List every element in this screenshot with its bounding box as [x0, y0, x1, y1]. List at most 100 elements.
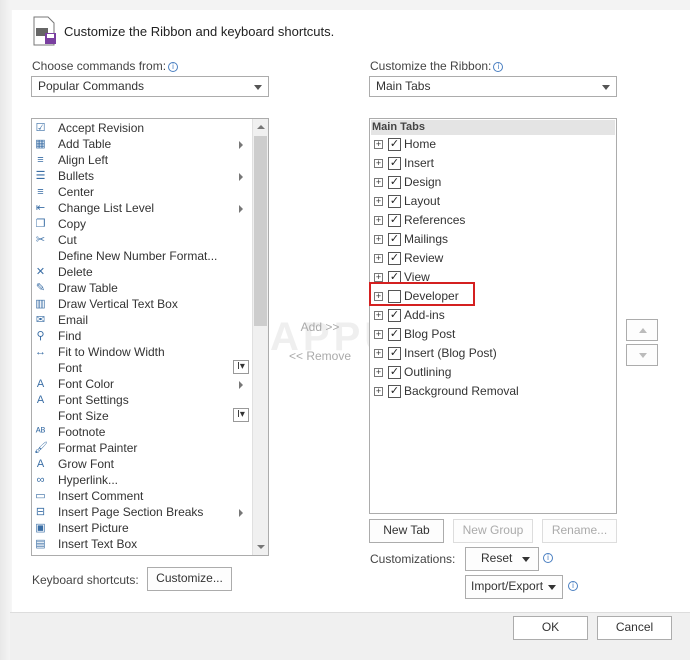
draw-table-icon: ✎ [35, 282, 46, 294]
cancel-button[interactable]: Cancel [597, 616, 672, 640]
tab-checkbox[interactable]: ✓ [388, 138, 401, 151]
tab-label: Mailings [404, 232, 449, 246]
page-break-icon: ⊟ [35, 506, 46, 518]
tab-label: Add-ins [404, 308, 445, 322]
chevron-down-icon [548, 585, 556, 590]
ribbon-tabs-tree[interactable]: Main Tabs + ✓ Home + ✓ Insert + ✓ Design + ✓ Layout… [369, 118, 617, 514]
dropdown-value: Main Tabs [376, 79, 431, 93]
expand-icon[interactable]: + [374, 330, 383, 339]
command-label: Change List Level [58, 201, 155, 215]
tab-checkbox[interactable]: ✓ [388, 347, 401, 360]
expand-icon[interactable]: + [374, 387, 383, 396]
tab-label: References [404, 213, 466, 227]
dialog-footer [10, 612, 690, 660]
expand-icon[interactable]: + [374, 216, 383, 225]
command-label: Align Left [58, 153, 109, 167]
rename-button[interactable]: Rename... [542, 519, 617, 543]
scissors-icon: ✂ [35, 234, 46, 246]
tab-checkbox[interactable]: ✓ [388, 157, 401, 170]
tab-checkbox[interactable]: ✓ [388, 176, 401, 189]
blank-icon [34, 362, 47, 374]
commands-scrollbar[interactable] [252, 119, 268, 555]
info-icon[interactable]: i [543, 553, 553, 563]
scroll-thumb[interactable] [254, 136, 267, 326]
move-down-button[interactable] [626, 344, 658, 366]
info-icon[interactable]: i [168, 62, 179, 72]
command-label: Insert Text Box [58, 537, 138, 551]
customizations-label: Customizations: [370, 552, 456, 566]
scroll-down-icon[interactable] [257, 545, 265, 549]
expand-icon[interactable]: + [374, 197, 383, 206]
expand-icon[interactable]: + [374, 140, 383, 149]
command-label: Find [58, 329, 82, 343]
info-icon[interactable]: i [493, 62, 504, 72]
choose-commands-text: Choose commands from: [32, 59, 167, 73]
dialog-top-edge [10, 0, 690, 10]
command-label: Footnote [58, 425, 106, 439]
command-label: Define New Number Format... [58, 249, 218, 263]
reset-button[interactable]: Reset [465, 547, 539, 571]
ok-button[interactable]: OK [513, 616, 588, 640]
expand-icon[interactable]: + [374, 273, 383, 282]
tab-label: Outlining [404, 365, 452, 379]
submenu-arrow-icon [239, 509, 243, 517]
dialog-shadow [0, 0, 12, 660]
customize-ribbon-label: Customize the Ribbon: i [370, 59, 504, 73]
choose-commands-dropdown[interactable]: Popular Commands [31, 76, 269, 97]
customize-ribbon-dropdown[interactable]: Main Tabs [369, 76, 617, 97]
tab-checkbox[interactable]: ✓ [388, 328, 401, 341]
command-label: Grow Font [58, 457, 115, 471]
dialog-title: Customize the Ribbon and keyboard shortc… [64, 24, 335, 39]
expand-icon[interactable]: + [374, 254, 383, 263]
textbox-icon: ▤ [35, 538, 46, 550]
expand-icon[interactable]: + [374, 349, 383, 358]
command-label: Insert Comment [58, 489, 144, 503]
tab-checkbox[interactable]: ✓ [388, 195, 401, 208]
tab-checkbox[interactable]: ✓ [388, 366, 401, 379]
new-tab-button[interactable]: New Tab [369, 519, 444, 543]
import-export-label: Import/Export [471, 579, 544, 593]
tab-checkbox[interactable]: ✓ [388, 385, 401, 398]
center-icon: ≡ [37, 186, 44, 198]
command-label: Fit to Window Width [58, 345, 165, 359]
font-settings-icon: A [36, 394, 45, 406]
add-button[interactable]: Add >> [279, 316, 361, 338]
choose-commands-label: Choose commands from: i [32, 59, 179, 73]
tab-checkbox[interactable]: ✓ [388, 214, 401, 227]
find-icon: ⚲ [36, 330, 45, 342]
command-label: Center [58, 185, 95, 199]
info-icon[interactable]: i [568, 581, 578, 591]
list-level-icon: ⇤ [35, 202, 46, 214]
bullets-icon: ☰ [35, 170, 46, 182]
tab-checkbox[interactable]: ✓ [388, 233, 401, 246]
new-group-button[interactable]: New Group [453, 519, 533, 543]
tree-header: Main Tabs [371, 120, 615, 135]
import-export-button[interactable]: Import/Export [465, 575, 563, 599]
email-icon: ✉ [35, 314, 46, 326]
scroll-up-icon[interactable] [257, 125, 265, 129]
customize-ribbon-text: Customize the Ribbon: [370, 59, 492, 73]
customize-button[interactable]: Customize... [147, 567, 232, 591]
commands-list[interactable]: I▾ I▾ ☑ Accept Revision ▦ Add Table ≡ Align L… [31, 118, 269, 556]
expand-icon[interactable]: + [374, 159, 383, 168]
command-label: Copy [58, 217, 87, 231]
dropdown-value: Popular Commands [38, 79, 145, 93]
align-left-icon: ≡ [37, 154, 44, 166]
expand-icon[interactable]: + [374, 368, 383, 377]
expand-icon[interactable]: + [374, 178, 383, 187]
expand-icon[interactable]: + [374, 235, 383, 244]
picture-icon: ▣ [35, 522, 46, 534]
expand-icon[interactable]: + [374, 311, 383, 320]
tab-label: Insert (Blog Post) [404, 346, 497, 360]
footnote-icon: ᴬᴮ [35, 426, 46, 438]
remove-button[interactable]: << Remove [279, 345, 361, 367]
move-up-button[interactable] [626, 319, 658, 341]
tab-label: Insert [404, 156, 435, 170]
tab-checkbox[interactable]: ✓ [388, 252, 401, 265]
command-label: Draw Vertical Text Box [58, 297, 178, 311]
tab-checkbox[interactable]: ✓ [388, 309, 401, 322]
vertical-textbox-icon: ▥ [35, 298, 46, 310]
reset-label: Reset [481, 551, 513, 565]
command-label: Delete [58, 265, 93, 279]
command-label: Font Settings [58, 393, 129, 407]
